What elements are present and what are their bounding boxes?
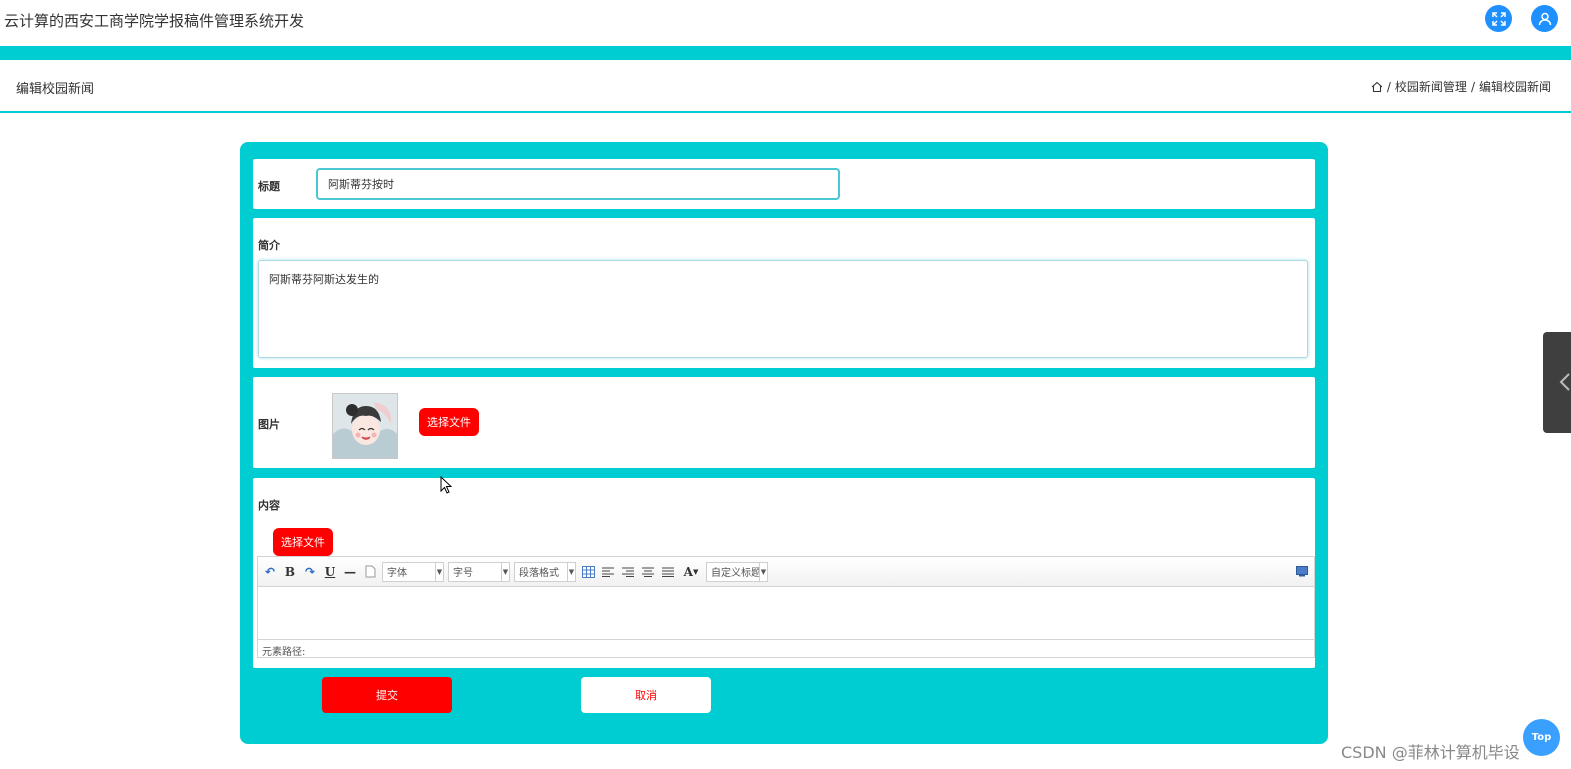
editor-toolbar: ↶ B ↷ U — 字体 ▼ 字号 ▼ 段落格式 ▼ A ▼ 自定义标题 ▼	[258, 557, 1314, 587]
page-title: 编辑校园新闻	[16, 82, 95, 97]
submit-button[interactable]: 提交	[322, 677, 452, 713]
breadcrumb-item-news-management[interactable]: 校园新闻管理	[1395, 78, 1467, 95]
chevron-left-icon	[1559, 373, 1570, 391]
editor-content-area[interactable]	[258, 587, 1314, 639]
back-to-top-button[interactable]: Top	[1523, 719, 1560, 756]
font-size-select[interactable]: 字号 ▼	[448, 561, 510, 582]
table-icon[interactable]	[580, 564, 596, 580]
watermark: CSDN @菲林计算机毕设	[1341, 743, 1520, 762]
mouse-cursor-icon	[440, 476, 452, 494]
image-choose-file-button[interactable]: 选择文件	[419, 408, 479, 436]
underline-icon[interactable]: U	[322, 564, 338, 580]
editor-status-bar: 元素路径:	[258, 639, 1314, 659]
breadcrumb-item-edit-news: 编辑校园新闻	[1478, 80, 1551, 94]
edit-form: 标题 简介 阿斯蒂芬阿斯达发生的 图片 选择文件 内容 选择文件	[240, 142, 1328, 744]
bold-icon[interactable]: B	[282, 564, 298, 580]
chevron-down-icon: ▼	[567, 562, 575, 581]
chevron-down-icon: ▼	[501, 562, 509, 581]
redo-icon[interactable]: ↷	[302, 564, 318, 580]
fullscreen-button[interactable]	[1485, 5, 1512, 32]
undo-icon[interactable]: ↶	[262, 564, 278, 580]
rich-text-editor: ↶ B ↷ U — 字体 ▼ 字号 ▼ 段落格式 ▼ A ▼ 自定义标题 ▼ 元…	[257, 556, 1315, 658]
title-label: 标题	[258, 180, 280, 193]
header-accent-strip	[0, 46, 1571, 60]
intro-label: 简介	[258, 239, 280, 252]
title-row: 标题	[253, 159, 1315, 209]
font-size-select-label: 字号	[453, 568, 473, 579]
fullscreen-editor-icon[interactable]	[1294, 564, 1310, 580]
title-input[interactable]	[316, 168, 840, 200]
align-justify-icon[interactable]	[660, 564, 676, 580]
side-panel-toggle[interactable]	[1543, 332, 1571, 433]
user-button[interactable]	[1531, 5, 1558, 32]
home-icon[interactable]	[1371, 81, 1383, 93]
font-family-select-label: 字体	[387, 568, 407, 579]
paragraph-format-select-label: 段落格式	[519, 568, 559, 579]
chevron-down-icon: ▼	[759, 562, 767, 581]
align-center-icon[interactable]	[640, 564, 656, 580]
custom-title-select[interactable]: 自定义标题 ▼	[706, 561, 768, 582]
breadcrumb: / 校园新闻管理 / 编辑校园新闻	[1371, 78, 1551, 95]
content-row: 内容 选择文件 ↶ B ↷ U — 字体 ▼ 字号 ▼ 段落格式 ▼ A ▼ 自…	[253, 478, 1315, 668]
chevron-down-icon: ▼	[435, 562, 443, 581]
user-icon	[1538, 12, 1551, 25]
custom-title-select-label: 自定义标题	[711, 568, 759, 579]
app-title: 云计算的西安工商学院学报稿件管理系统开发	[4, 12, 305, 30]
document-icon[interactable]	[362, 564, 378, 580]
intro-textarea[interactable]: 阿斯蒂芬阿斯达发生的	[258, 260, 1308, 358]
font-family-select[interactable]: 字体 ▼	[382, 561, 444, 582]
image-label: 图片	[258, 418, 280, 431]
intro-row: 简介 阿斯蒂芬阿斯达发生的	[253, 218, 1315, 368]
breadcrumb-separator: /	[1386, 79, 1391, 94]
content-label: 内容	[258, 499, 280, 512]
image-row: 图片 选择文件	[253, 377, 1315, 468]
page-header: 编辑校园新闻 / 校园新闻管理 / 编辑校园新闻	[0, 60, 1571, 113]
horizontal-rule-icon[interactable]: —	[342, 564, 358, 580]
fullscreen-icon	[1491, 11, 1506, 26]
align-left-icon[interactable]	[600, 564, 616, 580]
top-bar: 云计算的西安工商学院学报稿件管理系统开发	[0, 0, 1571, 46]
font-color-icon[interactable]: A ▼	[680, 564, 702, 580]
breadcrumb-separator: /	[1470, 79, 1475, 94]
align-right-icon[interactable]	[620, 564, 636, 580]
content-choose-file-button[interactable]: 选择文件	[273, 528, 333, 556]
paragraph-format-select[interactable]: 段落格式 ▼	[514, 561, 576, 582]
cancel-button[interactable]: 取消	[581, 677, 711, 713]
image-thumbnail	[332, 393, 398, 459]
